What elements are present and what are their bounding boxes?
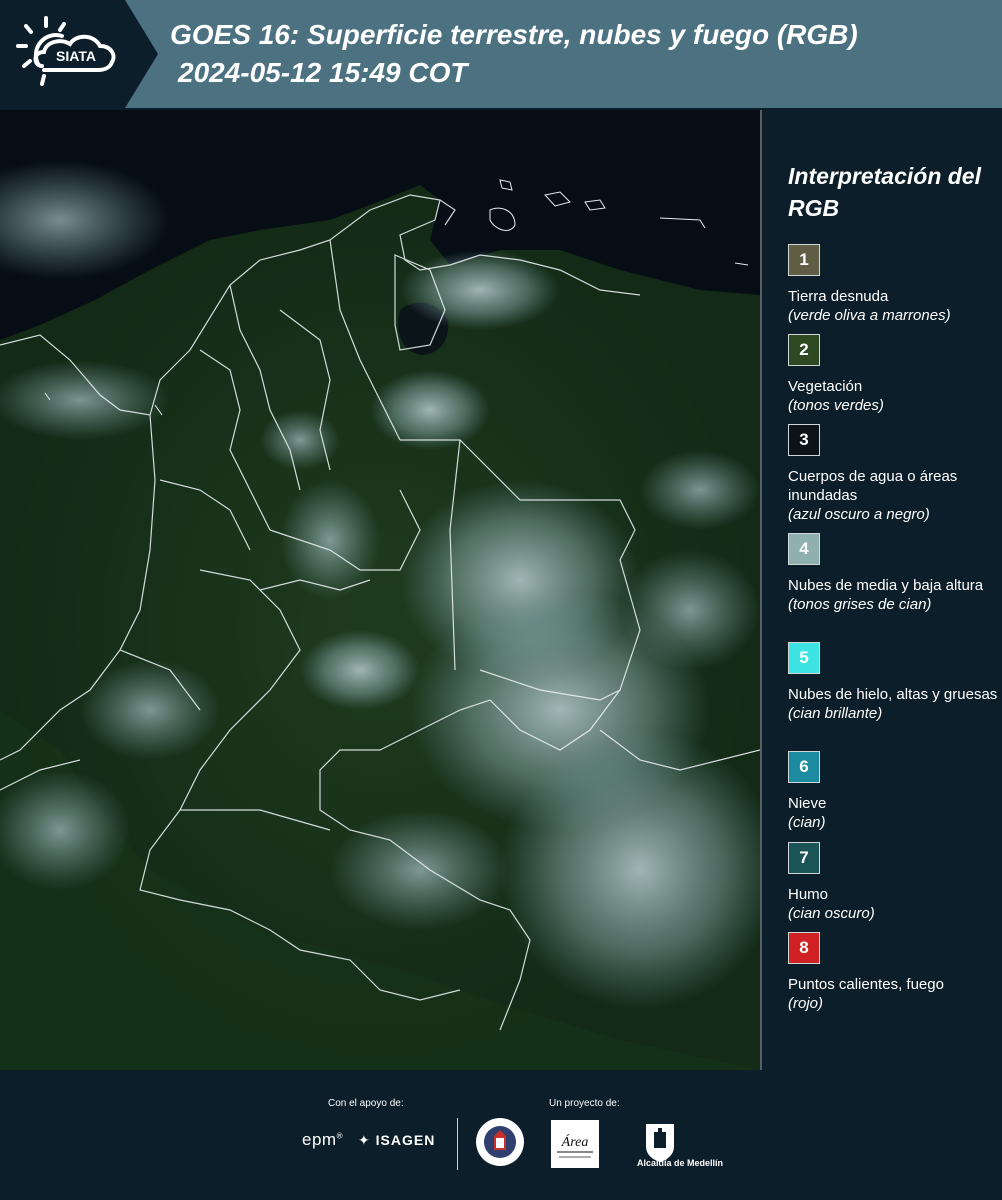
title-line-timestamp: 2024-05-12 15:49 COT — [178, 57, 468, 88]
legend-sub-1: (verde oliva a marrones) — [788, 307, 951, 324]
area-logo-text: Área — [561, 1133, 589, 1150]
isagen-logo: ✦ ISAGEN — [358, 1132, 435, 1149]
isagen-logo-text: ISAGEN — [375, 1132, 436, 1148]
legend-sub-8: (rojo) — [788, 995, 824, 1012]
legend-label-8: Puntos calientes, fuego — [788, 976, 944, 993]
satellite-image — [0, 110, 760, 1070]
legend-swatch-4: 4 — [788, 533, 820, 565]
legend-sub-7: (cian oscuro) — [788, 905, 875, 922]
siata-logo-text: SIATA — [56, 48, 96, 64]
legend-title: Interpretación del RGB — [788, 163, 981, 221]
legend-label-1: Tierra desnuda — [788, 288, 889, 305]
legend-label-7: Humo — [788, 886, 829, 903]
legend-label-4: Nubes de media y baja altura — [788, 577, 984, 594]
isagen-star-icon: ✦ — [358, 1132, 371, 1148]
legend-sub-6: (cian) — [788, 814, 826, 831]
project-label: Un proyecto de: — [549, 1098, 620, 1109]
legend-item-ice-clouds: 5 Nubes de hielo, altas y gruesas (cian … — [788, 642, 998, 723]
legend-swatch-5: 5 — [788, 642, 820, 674]
legend-item-snow: 6 Nieve (cian) — [788, 751, 998, 832]
legend-sub-5: (cian brillante) — [788, 705, 883, 722]
legend-sub-3: (azul oscuro a negro) — [788, 506, 930, 523]
legend-item-fire: 8 Puntos calientes, fuego (rojo) — [788, 932, 998, 1013]
epm-logo: epm® — [302, 1130, 343, 1149]
legend-swatch-8: 8 — [788, 932, 820, 964]
legend-item-water: 3 Cuerpos de agua o áreas inundadas (azu… — [788, 424, 998, 524]
footer-divider — [457, 1118, 458, 1170]
legend-item-bare-ground: 1 Tierra desnuda (verde oliva a marrones… — [788, 244, 998, 325]
legend-label-3: Cuerpos de agua o áreas inundadas — [788, 468, 958, 504]
support-label: Con el apoyo de: — [328, 1098, 404, 1109]
epm-logo-text: epm — [302, 1130, 337, 1149]
footer: Con el apoyo de: Un proyecto de: epm® ✦ … — [0, 1070, 1002, 1200]
legend-swatch-7: 7 — [788, 842, 820, 874]
legend-label-2: Vegetación — [788, 378, 863, 395]
legend-item-low-clouds: 4 Nubes de media y baja altura (tonos gr… — [788, 533, 998, 614]
antioquia-seal-logo — [476, 1118, 524, 1166]
legend-item-smoke: 7 Humo (cian oscuro) — [788, 842, 998, 923]
title-line-product: GOES 16: Superficie terrestre, nubes y f… — [170, 19, 858, 50]
siata-logo: SIATA — [16, 16, 116, 86]
legend-item-vegetation: 2 Vegetación (tonos verdes) — [788, 334, 998, 415]
legend-label-5: Nubes de hielo, altas y gruesas — [788, 686, 998, 703]
legend-swatch-3: 3 — [788, 424, 820, 456]
legend-swatch-6: 6 — [788, 751, 820, 783]
legend-sub-4: (tonos grises de cian) — [788, 596, 932, 613]
alcaldia-medellin-label: Alcaldía de Medellín — [637, 1158, 724, 1168]
area-metropolitana-logo: Área — [551, 1120, 599, 1168]
legend-label-6: Nieve — [788, 795, 827, 812]
header-bar: SIATA GOES 16: Superficie terrestre, nub… — [0, 0, 1002, 108]
legend-sub-2: (tonos verdes) — [788, 397, 884, 414]
area-metropolitana-mark: Área — [551, 1120, 599, 1168]
page-title: GOES 16: Superficie terrestre, nubes y f… — [170, 16, 858, 92]
legend-swatch-2: 2 — [788, 334, 820, 366]
satellite-rgb-map — [0, 110, 762, 1070]
legend-swatch-1: 1 — [788, 244, 820, 276]
